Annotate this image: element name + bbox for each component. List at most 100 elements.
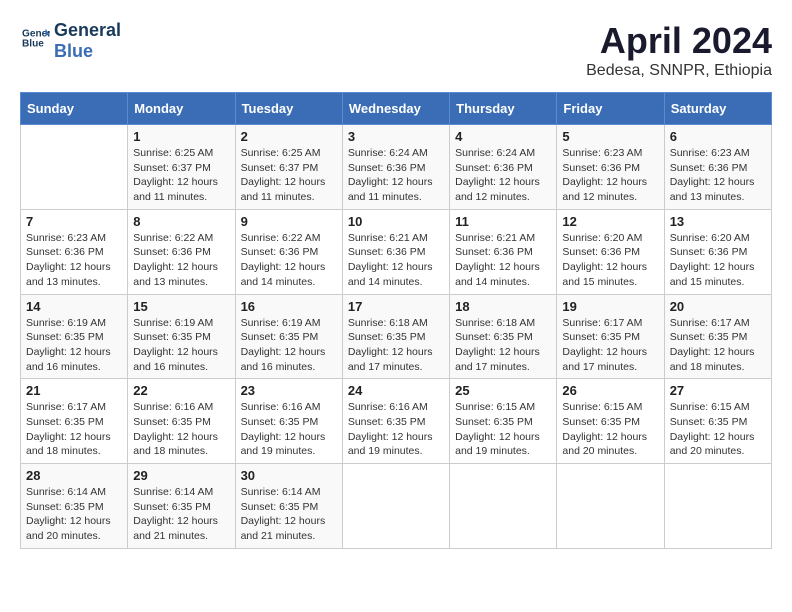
day-cell: 16 Sunrise: 6:19 AMSunset: 6:35 PMDayligh… — [235, 294, 342, 379]
day-number: 16 — [241, 299, 337, 314]
day-cell: 9 Sunrise: 6:22 AMSunset: 6:36 PMDaylight… — [235, 209, 342, 294]
day-number: 6 — [670, 129, 766, 144]
day-info: Sunrise: 6:23 AMSunset: 6:36 PMDaylight:… — [26, 231, 122, 290]
day-info: Sunrise: 6:19 AMSunset: 6:35 PMDaylight:… — [133, 316, 229, 375]
day-number: 2 — [241, 129, 337, 144]
day-cell — [342, 464, 449, 549]
day-cell: 5 Sunrise: 6:23 AMSunset: 6:36 PMDaylight… — [557, 125, 664, 210]
day-number: 26 — [562, 383, 658, 398]
day-info: Sunrise: 6:16 AMSunset: 6:35 PMDaylight:… — [133, 400, 229, 459]
day-info: Sunrise: 6:16 AMSunset: 6:35 PMDaylight:… — [348, 400, 444, 459]
col-header-saturday: Saturday — [664, 93, 771, 125]
svg-text:Blue: Blue — [22, 39, 44, 50]
day-number: 17 — [348, 299, 444, 314]
day-cell: 30Sunrise: 6:14 AMSunset: 6:35 PMDayligh… — [235, 464, 342, 549]
day-cell: 20 Sunrise: 6:17 AMSunset: 6:35 PMDayligh… — [664, 294, 771, 379]
day-number: 15 — [133, 299, 229, 314]
day-cell: 19 Sunrise: 6:17 AMSunset: 6:35 PMDayligh… — [557, 294, 664, 379]
day-cell: 27 Sunrise: 6:15 AMSunset: 6:35 PMDayligh… — [664, 379, 771, 464]
day-cell: 10Sunrise: 6:21 AMSunset: 6:36 PMDayligh… — [342, 209, 449, 294]
logo-line2: Blue — [54, 41, 121, 62]
location-title: Bedesa, SNNPR, Ethiopia — [586, 62, 772, 80]
day-cell — [21, 125, 128, 210]
day-cell: 12 Sunrise: 6:20 AMSunset: 6:36 PMDayligh… — [557, 209, 664, 294]
col-header-sunday: Sunday — [21, 93, 128, 125]
day-info: Sunrise: 6:19 AMSunset: 6:35 PMDaylight:… — [241, 316, 337, 375]
day-info: Sunrise: 6:23 AMSunset: 6:36 PMDaylight:… — [562, 146, 658, 205]
day-cell — [664, 464, 771, 549]
day-number: 22 — [133, 383, 229, 398]
day-info: Sunrise: 6:20 AMSunset: 6:36 PMDaylight:… — [562, 231, 658, 290]
day-cell: 23Sunrise: 6:16 AMSunset: 6:35 PMDayligh… — [235, 379, 342, 464]
day-number: 21 — [26, 383, 122, 398]
day-number: 1 — [133, 129, 229, 144]
day-number: 27 — [670, 383, 766, 398]
day-cell: 17 Sunrise: 6:18 AMSunset: 6:35 PMDayligh… — [342, 294, 449, 379]
day-number: 5 — [562, 129, 658, 144]
day-number: 11 — [455, 214, 551, 229]
day-number: 13 — [670, 214, 766, 229]
day-cell: 15 Sunrise: 6:19 AMSunset: 6:35 PMDayligh… — [128, 294, 235, 379]
day-info: Sunrise: 6:25 AMSunset: 6:37 PMDaylight:… — [133, 146, 229, 205]
day-info: Sunrise: 6:24 AMSunset: 6:36 PMDaylight:… — [455, 146, 551, 205]
day-info: Sunrise: 6:25 AMSunset: 6:37 PMDaylight:… — [241, 146, 337, 205]
day-info: Sunrise: 6:19 AMSunset: 6:35 PMDaylight:… — [26, 316, 122, 375]
day-info: Sunrise: 6:14 AMSunset: 6:35 PMDaylight:… — [133, 485, 229, 544]
day-number: 7 — [26, 214, 122, 229]
day-info: Sunrise: 6:17 AMSunset: 6:35 PMDaylight:… — [670, 316, 766, 375]
day-number: 12 — [562, 214, 658, 229]
logo-line1: General — [54, 20, 121, 41]
calendar-table: SundayMondayTuesdayWednesdayThursdayFrid… — [20, 92, 772, 549]
day-number: 24 — [348, 383, 444, 398]
day-info: Sunrise: 6:22 AMSunset: 6:36 PMDaylight:… — [133, 231, 229, 290]
logo-icon: General Blue — [22, 24, 50, 52]
day-cell: 24 Sunrise: 6:16 AMSunset: 6:35 PMDayligh… — [342, 379, 449, 464]
day-cell: 21 Sunrise: 6:17 AMSunset: 6:35 PMDayligh… — [21, 379, 128, 464]
week-row-4: 21 Sunrise: 6:17 AMSunset: 6:35 PMDayligh… — [21, 379, 772, 464]
day-number: 3 — [348, 129, 444, 144]
day-cell: 26 Sunrise: 6:15 AMSunset: 6:35 PMDayligh… — [557, 379, 664, 464]
day-cell: 14 Sunrise: 6:19 AMSunset: 6:35 PMDayligh… — [21, 294, 128, 379]
day-number: 29 — [133, 468, 229, 483]
day-info: Sunrise: 6:18 AMSunset: 6:35 PMDaylight:… — [455, 316, 551, 375]
day-cell: 25Sunrise: 6:15 AMSunset: 6:35 PMDayligh… — [450, 379, 557, 464]
header: General Blue General Blue April 2024 Bed… — [20, 20, 772, 80]
day-cell: 4Sunrise: 6:24 AMSunset: 6:36 PMDaylight… — [450, 125, 557, 210]
day-info: Sunrise: 6:21 AMSunset: 6:36 PMDaylight:… — [348, 231, 444, 290]
day-info: Sunrise: 6:21 AMSunset: 6:36 PMDaylight:… — [455, 231, 551, 290]
day-number: 9 — [241, 214, 337, 229]
month-title: April 2024 — [586, 20, 772, 62]
day-number: 19 — [562, 299, 658, 314]
col-header-thursday: Thursday — [450, 93, 557, 125]
col-header-wednesday: Wednesday — [342, 93, 449, 125]
day-cell: 8Sunrise: 6:22 AMSunset: 6:36 PMDaylight… — [128, 209, 235, 294]
day-number: 28 — [26, 468, 122, 483]
day-cell: 2 Sunrise: 6:25 AMSunset: 6:37 PMDaylight… — [235, 125, 342, 210]
day-cell: 1 Sunrise: 6:25 AMSunset: 6:37 PMDaylight… — [128, 125, 235, 210]
day-info: Sunrise: 6:18 AMSunset: 6:35 PMDaylight:… — [348, 316, 444, 375]
calendar-header-row: SundayMondayTuesdayWednesdayThursdayFrid… — [21, 93, 772, 125]
day-info: Sunrise: 6:15 AMSunset: 6:35 PMDaylight:… — [562, 400, 658, 459]
day-info: Sunrise: 6:17 AMSunset: 6:35 PMDaylight:… — [562, 316, 658, 375]
title-area: April 2024 Bedesa, SNNPR, Ethiopia — [586, 20, 772, 80]
day-number: 20 — [670, 299, 766, 314]
day-number: 14 — [26, 299, 122, 314]
day-cell: 18 Sunrise: 6:18 AMSunset: 6:35 PMDayligh… — [450, 294, 557, 379]
day-info: Sunrise: 6:17 AMSunset: 6:35 PMDaylight:… — [26, 400, 122, 459]
day-cell: 6 Sunrise: 6:23 AMSunset: 6:36 PMDaylight… — [664, 125, 771, 210]
day-cell: 11 Sunrise: 6:21 AMSunset: 6:36 PMDayligh… — [450, 209, 557, 294]
day-info: Sunrise: 6:14 AMSunset: 6:35 PMDaylight:… — [26, 485, 122, 544]
day-cell: 13Sunrise: 6:20 AMSunset: 6:36 PMDayligh… — [664, 209, 771, 294]
col-header-friday: Friday — [557, 93, 664, 125]
day-cell: 22 Sunrise: 6:16 AMSunset: 6:35 PMDayligh… — [128, 379, 235, 464]
day-info: Sunrise: 6:15 AMSunset: 6:35 PMDaylight:… — [670, 400, 766, 459]
day-cell — [557, 464, 664, 549]
col-header-monday: Monday — [128, 93, 235, 125]
day-info: Sunrise: 6:22 AMSunset: 6:36 PMDaylight:… — [241, 231, 337, 290]
week-row-1: 1 Sunrise: 6:25 AMSunset: 6:37 PMDaylight… — [21, 125, 772, 210]
day-number: 23 — [241, 383, 337, 398]
day-info: Sunrise: 6:23 AMSunset: 6:36 PMDaylight:… — [670, 146, 766, 205]
day-number: 18 — [455, 299, 551, 314]
day-info: Sunrise: 6:24 AMSunset: 6:36 PMDaylight:… — [348, 146, 444, 205]
day-number: 25 — [455, 383, 551, 398]
